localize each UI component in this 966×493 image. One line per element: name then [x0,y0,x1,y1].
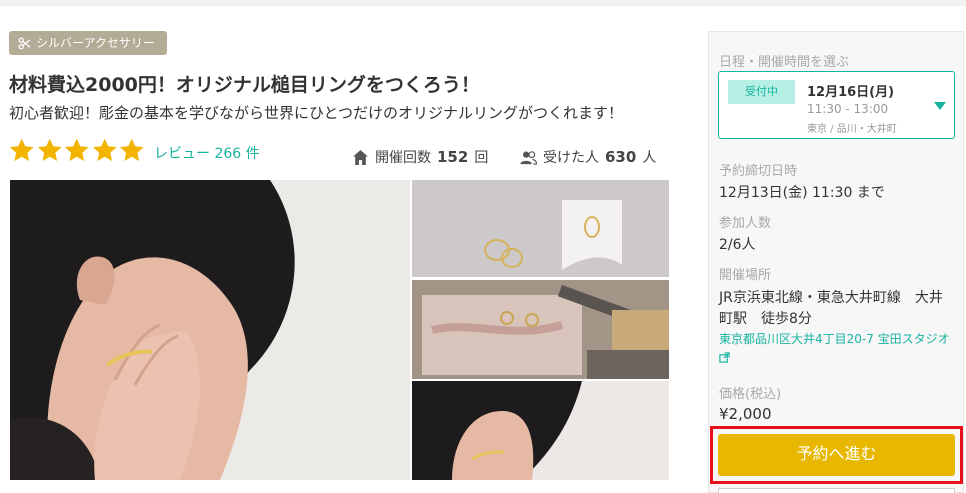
held-value: 152 [437,148,469,166]
schedule-time: 11:30 - 13:00 [807,102,889,116]
deadline-label: 予約締切日時 [719,164,798,179]
star-icon [64,138,89,161]
star-icon [9,138,34,161]
schedule-location: 東京 / 品川・大井町 [807,124,897,135]
reserve-button[interactable]: 予約へ進む [718,434,955,476]
star-icon [92,138,117,161]
joined-label: 受けた人 [543,150,599,166]
venue-access-line1: JR京浜東北線・東急大井町線 大井 [719,290,943,306]
price-label: 価格(税込) [719,387,782,402]
photo-main-ring-on-hand[interactable] [10,180,410,480]
price-value: ¥2,000 [719,405,772,423]
page-title: 材料費込2000円！オリジナル槌目リングをつくろう！ [9,74,480,96]
venue-address-text: 東京都品川区大井4丁目20-7 宝田スタジオ [719,332,950,346]
held-unit: 回 [474,150,489,166]
star-icon [119,138,144,161]
photo-ring-on-ear[interactable] [412,381,669,480]
chevron-down-icon [934,102,946,110]
page-subtitle: 初心者歓迎！彫金の基本を学びながら世界にひとつだけのオリジナルリングがつくれます… [9,104,623,122]
external-link-icon [719,352,730,363]
category-tag[interactable]: シルバーアクセサリー [9,31,167,55]
photo-workbench-tools[interactable] [412,280,669,379]
joined-value: 630 [605,148,637,166]
rating-stars [8,137,146,164]
house-icon [353,149,368,165]
review-count-link[interactable]: レビュー 266 件 [154,143,260,163]
venue-address-link[interactable]: 東京都品川区大井4丁目20-7 宝田スタジオ [719,330,950,347]
deadline-value: 12月13日(金) 11:30 まで [719,185,885,201]
venue-label: 開催場所 [719,268,772,283]
next-section-edge [718,488,955,493]
schedule-select[interactable]: 受付中 12月16日(月) 11:30 - 13:00 東京 / 品川・大井町 [718,71,955,139]
joined-unit: 人 [642,150,657,166]
schedule-date: 12月16日(月) [807,85,895,100]
participants-value: 2/6人 [719,237,756,253]
scissors-icon [18,37,31,49]
reserve-highlight: 予約へ進む [710,426,963,484]
star-icon [37,138,62,161]
held-count-stat: 開催回数 152 回 [352,147,488,167]
users-icon [520,150,537,165]
schedule-label: 日程・開催時間を選ぶ [719,55,850,70]
category-label: シルバーアクセサリー [36,36,155,50]
booking-panel: 日程・開催時間を選ぶ 受付中 12月16日(月) 11:30 - 13:00 東… [708,31,964,493]
joined-count-stat: 受けた人 630 人 [520,147,656,167]
status-badge: 受付中 [728,80,795,104]
top-bar [0,0,966,6]
held-label: 開催回数 [375,150,431,166]
participants-label: 参加人数 [719,216,772,231]
venue-access-line2: 町駅 徒歩8分 [719,311,812,327]
photo-rings-on-paper[interactable] [412,180,669,277]
